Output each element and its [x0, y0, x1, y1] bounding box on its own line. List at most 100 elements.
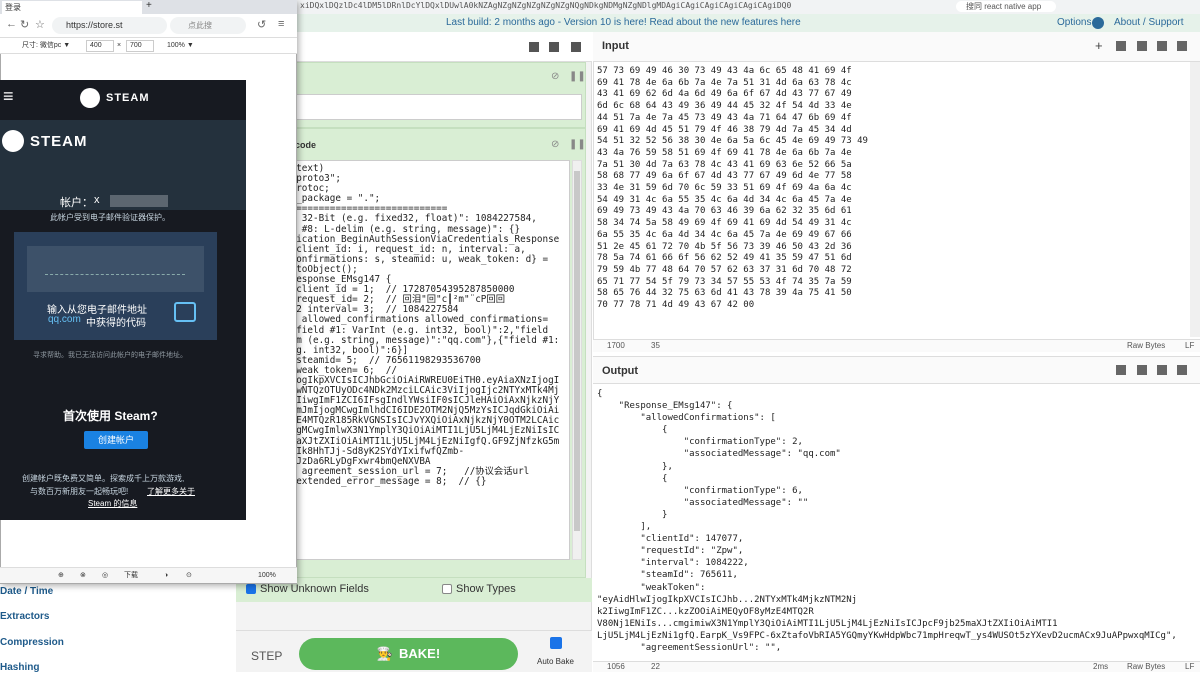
- new-tab-icon[interactable]: +: [146, 0, 152, 11]
- json-line: ],: [597, 522, 652, 533]
- category-date-time[interactable]: Date / Time: [0, 586, 53, 597]
- json-line: "eyAidHlwIjogIkpXVCIsICJhb...2NTYxMTk4Mj…: [597, 594, 858, 605]
- code-input[interactable]: [27, 246, 204, 292]
- browser-tab[interactable]: 登录: [2, 1, 142, 14]
- steam-logo-icon[interactable]: [80, 88, 100, 108]
- undo-icon[interactable]: ↺: [257, 18, 266, 31]
- device-zoom[interactable]: 100% ▼: [167, 38, 194, 54]
- category-compression[interactable]: Compression: [0, 637, 64, 648]
- output-textarea[interactable]: { "Response_EMsg147": { "allowedConfirma…: [597, 388, 1192, 658]
- hex-line: 33 4e 31 59 6d 70 6c 59 33 51 69 4f 69 4…: [597, 183, 852, 194]
- add-tab-icon[interactable]: +: [1095, 38, 1103, 53]
- search-placeholder: 点此搜: [188, 21, 212, 30]
- scrollbar[interactable]: [572, 160, 582, 560]
- input-textarea[interactable]: 57 73 69 49 46 30 73 49 43 4a 6c 65 48 4…: [597, 66, 1177, 336]
- hex-line: 54 49 31 4c 6a 55 35 4c 6a 4d 34 4c 6a 4…: [597, 194, 852, 205]
- json-line: {: [597, 425, 668, 436]
- hex-line: 78 5a 74 61 66 6f 56 62 52 49 41 35 59 4…: [597, 253, 852, 264]
- create-account-button[interactable]: 创建帐户: [84, 431, 148, 449]
- status-icon[interactable]: ⊙: [186, 568, 192, 584]
- reload-icon[interactable]: ↻: [20, 18, 29, 31]
- input-scrollbar[interactable]: [1190, 62, 1200, 337]
- download-button[interactable]: 下载: [124, 568, 138, 584]
- zoom-level[interactable]: 100%: [258, 568, 276, 584]
- browser-tab-strip: 登录 +: [0, 0, 297, 14]
- output-lines: 22: [651, 662, 660, 671]
- options-link[interactable]: Options: [1057, 14, 1091, 32]
- operations-list: Date / Time Extractors Compression Hashi…: [0, 582, 236, 673]
- star-icon[interactable]: ☆: [35, 18, 45, 31]
- status-icon[interactable]: ⊕: [58, 568, 64, 584]
- open-file-icon[interactable]: [1137, 41, 1147, 51]
- step-button[interactable]: STEP: [251, 649, 282, 663]
- address-text: https://store.st: [66, 20, 123, 30]
- hamburger-icon[interactable]: ≡: [3, 86, 14, 107]
- auto-bake-checkbox[interactable]: [550, 637, 562, 649]
- open-folder-icon[interactable]: [1116, 41, 1126, 51]
- bake-time: 2ms: [1093, 662, 1109, 671]
- back-icon[interactable]: ←: [6, 18, 17, 30]
- json-line: },: [597, 461, 673, 472]
- hex-line: 69 41 69 4d 45 51 79 4f 46 38 79 4d 7a 4…: [597, 124, 852, 135]
- pause-icon[interactable]: ❚❚: [569, 71, 586, 82]
- output-status-bar: 1056 22 2ms Raw Bytes LF: [593, 661, 1200, 672]
- gear-icon[interactable]: [1092, 17, 1104, 29]
- trash-icon[interactable]: [571, 42, 581, 52]
- hex-line: 65 71 77 54 5f 79 73 34 57 55 53 4f 74 3…: [597, 276, 852, 287]
- trash-icon[interactable]: [1177, 41, 1187, 51]
- operation-1-input[interactable]: [280, 94, 582, 120]
- input-eol[interactable]: LF: [1185, 341, 1194, 350]
- show-types-label: Show Types: [456, 583, 516, 595]
- output-encoding[interactable]: Raw Bytes: [1127, 662, 1165, 671]
- copy-icon[interactable]: [1137, 365, 1147, 375]
- maximize-icon[interactable]: [1177, 365, 1187, 375]
- help-link[interactable]: 寻求帮助。我已无法访问此帐户的电子邮件地址。: [33, 350, 233, 360]
- json-line: "Response_EMsg147": {: [597, 401, 733, 412]
- proto-definition-textarea[interactable]: o text) "proto3"; Protoc; o_package = ".…: [280, 160, 570, 560]
- promo-link2[interactable]: Steam 的信息: [88, 498, 137, 509]
- json-line: "steamId": 765611,: [597, 570, 738, 581]
- status-icon[interactable]: ◎: [102, 568, 108, 584]
- browser-search[interactable]: 点此搜: [170, 17, 246, 34]
- category-hashing[interactable]: Hashing: [0, 662, 39, 673]
- layout-icon[interactable]: [1157, 41, 1167, 51]
- save-icon[interactable]: [529, 42, 539, 52]
- input-lines: 35: [651, 341, 660, 350]
- hex-line: 58 68 77 49 6a 6f 67 4d 43 77 67 49 6d 4…: [597, 171, 852, 182]
- device-select[interactable]: 尺寸: 微信pc ▼: [22, 38, 70, 54]
- pause-icon[interactable]: ❚❚: [569, 139, 586, 150]
- input-encoding[interactable]: Raw Bytes: [1127, 341, 1165, 350]
- disable-icon[interactable]: ⊘: [551, 71, 559, 82]
- search-fragment[interactable]: 搜同 react native app: [956, 1, 1056, 12]
- device-toolbar: 尺寸: 微信pc ▼ 400 × 700 100% ▼: [0, 38, 297, 54]
- status-icon[interactable]: ◑: [164, 568, 168, 584]
- banner-message[interactable]: Last build: 2 months ago - Version 10 is…: [446, 14, 801, 32]
- folder-icon[interactable]: [549, 42, 559, 52]
- device-width[interactable]: 400: [86, 40, 114, 52]
- show-types-checkbox[interactable]: [442, 584, 452, 594]
- device-height[interactable]: 700: [126, 40, 154, 52]
- disable-icon[interactable]: ⊘: [551, 139, 559, 150]
- proto-line: extended_error_message = 8; // {}: [285, 475, 487, 487]
- promo-link[interactable]: 了解更多关于: [147, 486, 195, 497]
- about-link[interactable]: About / Support: [1114, 14, 1184, 32]
- browser-status-bar: ⊕ ⊗ ◎ 下载 ◑ ⊙ 100%: [0, 567, 297, 583]
- promo-line2: 与数百万新朋友一起畅玩吧!: [30, 487, 129, 496]
- save-icon[interactable]: [1116, 365, 1126, 375]
- category-extractors[interactable]: Extractors: [0, 611, 49, 622]
- replace-input-icon[interactable]: [1157, 365, 1167, 375]
- status-icon[interactable]: ⊗: [80, 568, 86, 584]
- hex-line: 6d 6c 68 64 43 49 36 49 44 45 32 4f 54 4…: [597, 101, 852, 112]
- redacted-block: [110, 195, 168, 207]
- hex-line: 79 59 4b 77 48 64 70 57 62 63 37 31 6d 7…: [597, 264, 852, 275]
- output-title: Output: [602, 365, 639, 377]
- show-unknown-checkbox[interactable]: [246, 584, 256, 594]
- steam-brand-text: STEAM: [30, 133, 88, 150]
- address-bar[interactable]: https://store.st: [52, 17, 167, 34]
- menu-icon[interactable]: ≡: [278, 18, 284, 30]
- chef-icon: 👨‍🍳: [376, 646, 393, 661]
- json-line: {: [597, 389, 603, 399]
- bake-button[interactable]: 👨‍🍳 BAKE!: [299, 638, 518, 670]
- hex-line: 58 65 76 44 32 75 63 6d 41 43 78 39 4a 7…: [597, 288, 852, 299]
- output-eol[interactable]: LF: [1185, 662, 1194, 671]
